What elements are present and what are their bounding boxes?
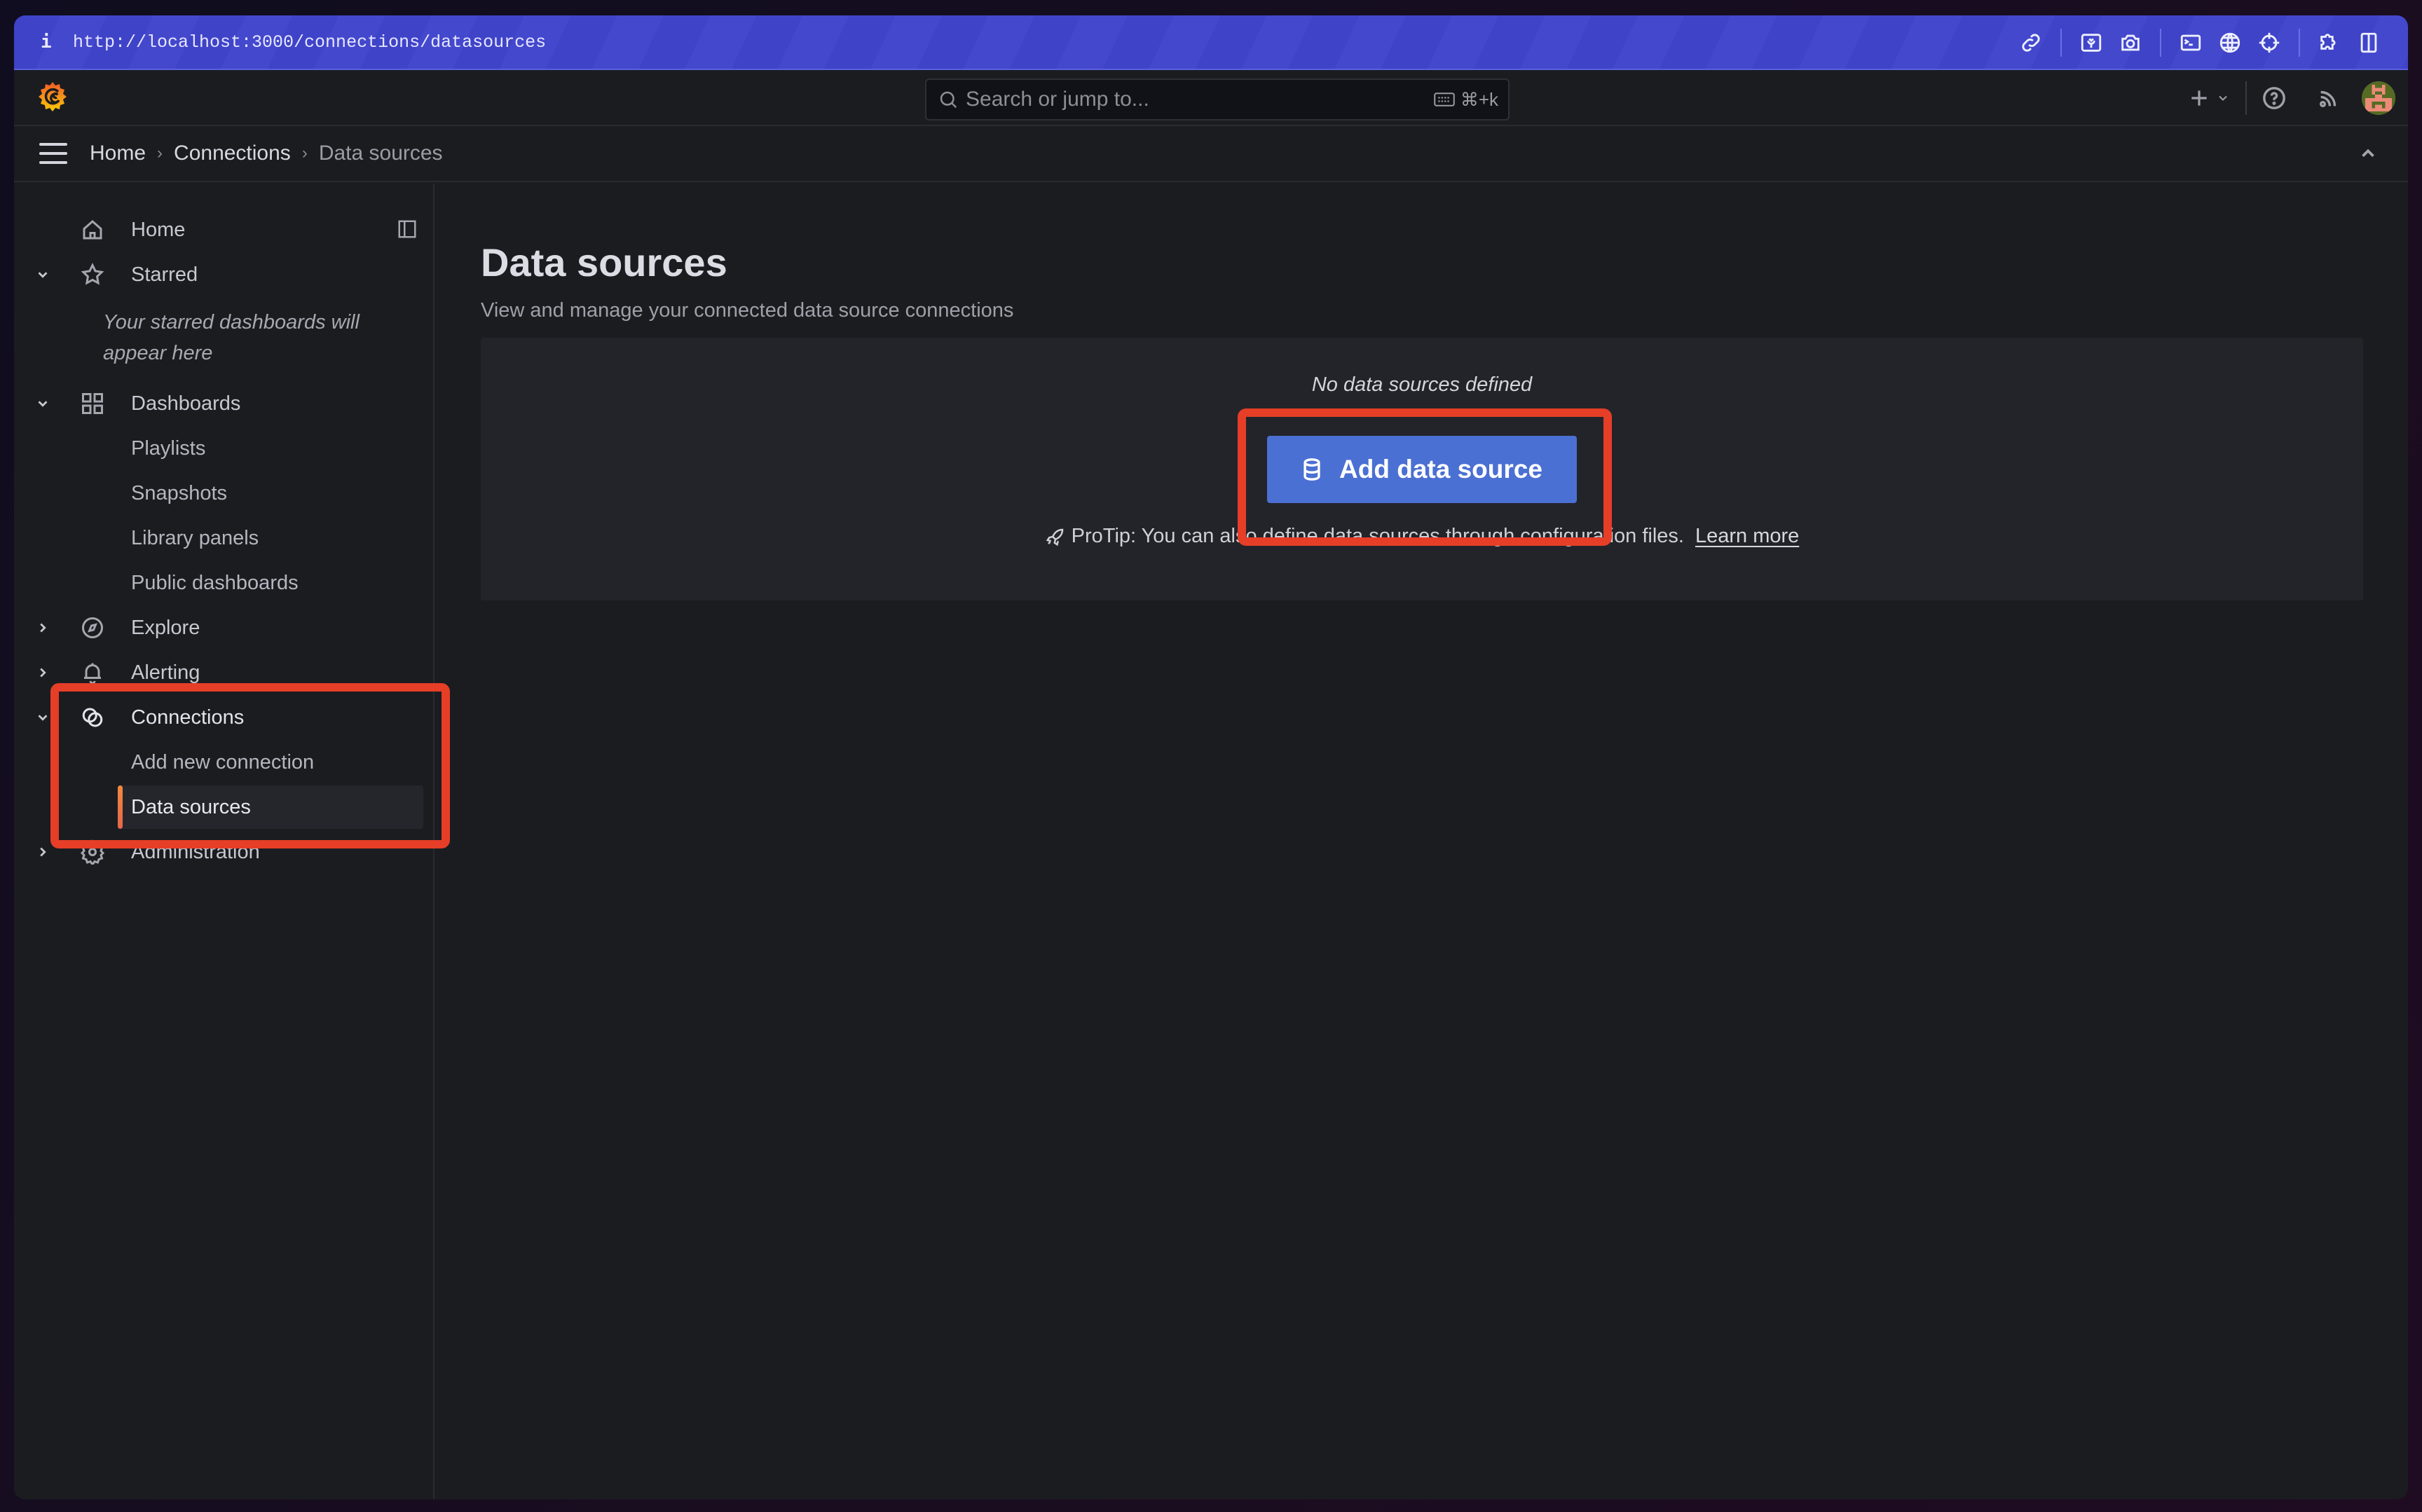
- search-placeholder: Search or jump to...: [966, 88, 1149, 111]
- url-text[interactable]: http://localhost:3000/connections/dataso…: [73, 32, 546, 53]
- add-data-source-button[interactable]: Add data source: [1267, 436, 1577, 503]
- starred-empty-text: Your starred dashboards will appear here: [103, 311, 360, 364]
- sidebar-item-label: Dashboards: [131, 392, 241, 415]
- search-input[interactable]: Search or jump to... ⌘+k: [925, 78, 1510, 121]
- user-avatar[interactable]: [2362, 81, 2395, 115]
- connections-icon: [80, 705, 105, 730]
- browser-window: i http://localhost:3000/connections/data…: [14, 15, 2408, 1499]
- breadcrumb-separator: ›: [301, 144, 308, 163]
- bell-icon: [80, 660, 105, 685]
- empty-state-panel: No data sources defined Add data source …: [481, 338, 2363, 600]
- breadcrumb-connections[interactable]: Connections: [174, 142, 291, 165]
- rocket-icon: [1046, 528, 1063, 546]
- chevron-right-icon[interactable]: [35, 665, 50, 680]
- puzzle-extension-icon[interactable]: [2310, 15, 2349, 70]
- protip: ProTip: You can also define data sources…: [481, 525, 2363, 548]
- chevron-up-icon[interactable]: [2358, 143, 2379, 164]
- sidebar-item-playlists[interactable]: Playlists: [14, 427, 435, 470]
- help-button[interactable]: [2262, 70, 2286, 126]
- star-icon: [80, 262, 105, 287]
- top-navigation-bar: Search or jump to... ⌘+k: [14, 70, 2408, 126]
- search-shortcut: ⌘+k: [1434, 89, 1498, 111]
- sidebar-item-label: Snapshots: [131, 481, 228, 504]
- camera-icon[interactable]: [2111, 15, 2150, 70]
- breadcrumb-separator: ›: [157, 144, 163, 163]
- sidebar-item-explore[interactable]: Explore: [14, 606, 435, 650]
- breadcrumb-bar: Home › Connections › Data sources: [14, 126, 2408, 182]
- sidebar-nav: Home Starred Your starred dashboards wil…: [14, 184, 435, 1499]
- protip-text: ProTip: You can also define data sources…: [1071, 525, 1684, 547]
- crosshair-icon[interactable]: [2250, 15, 2289, 70]
- sidebar-item-library-panels[interactable]: Library panels: [14, 516, 435, 560]
- rss-icon: [2319, 90, 2337, 108]
- sidebar-item-dashboards[interactable]: Dashboards: [14, 382, 435, 425]
- main-content: Data sources View and manage your connec…: [436, 184, 2408, 1499]
- sidebar-item-label: Connections: [131, 706, 245, 729]
- sidebar-item-label: Public dashboards: [131, 571, 299, 594]
- help-icon: [2263, 87, 2285, 109]
- compass-icon: [80, 615, 105, 640]
- search-icon: [940, 91, 957, 109]
- chevron-down-icon[interactable]: [35, 710, 50, 725]
- chevron-down-icon[interactable]: [35, 396, 50, 411]
- sidebar-item-home[interactable]: Home: [14, 208, 435, 252]
- dashboards-grid-icon: [80, 391, 105, 416]
- sidebar-item-alerting[interactable]: Alerting: [14, 651, 435, 694]
- sidebar-item-connections[interactable]: Connections: [14, 696, 435, 739]
- sidebar-item-label: Alerting: [131, 661, 200, 684]
- browser-address-bar: i http://localhost:3000/connections/data…: [14, 15, 2408, 70]
- sidebar-item-public-dashboards[interactable]: Public dashboards: [14, 561, 435, 605]
- sidebar-item-label: Explore: [131, 616, 200, 639]
- menu-toggle-icon[interactable]: [39, 143, 67, 164]
- sidebar-item-data-sources[interactable]: Data sources: [118, 785, 423, 829]
- breadcrumb-data-sources: Data sources: [318, 142, 443, 165]
- breadcrumb-home[interactable]: Home: [90, 142, 146, 165]
- info-icon[interactable]: i: [41, 32, 62, 53]
- split-view-icon[interactable]: [2349, 15, 2388, 70]
- globe-icon[interactable]: [2210, 15, 2250, 70]
- sidebar-item-administration[interactable]: Administration: [14, 830, 435, 874]
- empty-state-message: No data sources defined: [1311, 373, 1533, 396]
- topbar-divider: [2245, 81, 2247, 115]
- active-indicator: [118, 785, 123, 829]
- chevron-down-icon[interactable]: [35, 267, 50, 282]
- page-subtitle: View and manage your connected data sour…: [481, 299, 1014, 322]
- sidebar-item-label: Data sources: [131, 795, 251, 818]
- toolbar-divider: [2299, 29, 2300, 57]
- sidebar-item-label: Starred: [131, 263, 198, 286]
- page-title: Data sources: [481, 240, 727, 284]
- toolbar-divider: [2060, 29, 2062, 57]
- sidebar-item-label: Add new connection: [131, 750, 315, 774]
- chevron-down-icon: [2219, 95, 2227, 101]
- new-button[interactable]: [2188, 70, 2230, 126]
- sidebar-item-add-new-connection[interactable]: Add new connection: [14, 741, 435, 784]
- topbar-actions: [2188, 70, 2395, 126]
- sidebar-item-label: Library panels: [131, 526, 259, 549]
- link-icon[interactable]: [2011, 15, 2051, 70]
- database-icon: [1304, 458, 1320, 481]
- home-icon: [80, 217, 105, 242]
- add-data-source-label: Add data source: [1339, 455, 1542, 483]
- sidebar-item-label: Home: [131, 218, 186, 241]
- sidebar-item-starred[interactable]: Starred: [14, 253, 435, 296]
- browser-toolbar: [2011, 15, 2388, 70]
- grafana-logo-icon[interactable]: [35, 80, 70, 115]
- sidebar-item-label: Playlists: [131, 437, 206, 460]
- sidebar-item-label: Administration: [131, 840, 260, 863]
- plus-icon: [2191, 90, 2207, 106]
- picture-in-picture-icon[interactable]: [2072, 15, 2111, 70]
- terminal-icon[interactable]: [2171, 15, 2210, 70]
- sidebar-item-snapshots[interactable]: Snapshots: [14, 472, 435, 515]
- shortcut-text: ⌘+k: [1460, 88, 1498, 110]
- learn-more-link[interactable]: Learn more: [1695, 525, 1799, 548]
- breadcrumb: Home › Connections › Data sources: [90, 142, 443, 165]
- news-button[interactable]: [2317, 70, 2341, 126]
- keyboard-icon: [1434, 92, 1455, 106]
- chevron-right-icon[interactable]: [35, 844, 50, 860]
- chevron-right-icon[interactable]: [35, 620, 50, 635]
- toolbar-divider: [2160, 29, 2161, 57]
- gear-icon: [80, 839, 105, 867]
